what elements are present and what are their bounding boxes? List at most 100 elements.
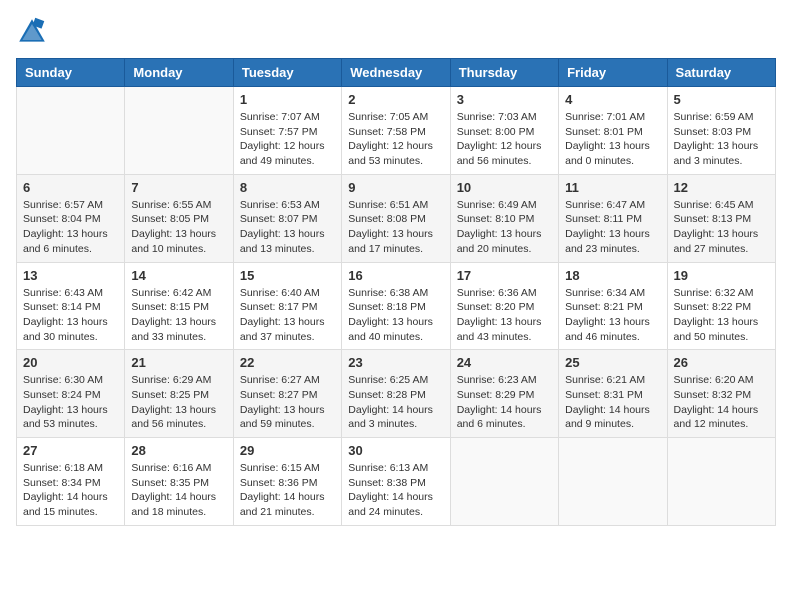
day-number: 17 <box>457 268 552 283</box>
day-info: Sunrise: 6:32 AM Sunset: 8:22 PM Dayligh… <box>674 286 769 345</box>
week-row-5: 27 Sunrise: 6:18 AM Sunset: 8:34 PM Dayli… <box>17 438 776 526</box>
calendar-cell: 16 Sunrise: 6:38 AM Sunset: 8:18 PM Dayli… <box>342 262 450 350</box>
day-info: Sunrise: 7:07 AM Sunset: 7:57 PM Dayligh… <box>240 110 335 169</box>
day-info: Sunrise: 6:51 AM Sunset: 8:08 PM Dayligh… <box>348 198 443 257</box>
day-info: Sunrise: 6:53 AM Sunset: 8:07 PM Dayligh… <box>240 198 335 257</box>
day-info: Sunrise: 6:29 AM Sunset: 8:25 PM Dayligh… <box>131 373 226 432</box>
calendar-cell: 9 Sunrise: 6:51 AM Sunset: 8:08 PM Daylig… <box>342 174 450 262</box>
day-number: 15 <box>240 268 335 283</box>
day-number: 26 <box>674 355 769 370</box>
day-info: Sunrise: 6:45 AM Sunset: 8:13 PM Dayligh… <box>674 198 769 257</box>
calendar-cell: 13Sunrise: 6:43 AM Sunset: 8:14 PM Dayli… <box>17 262 125 350</box>
day-number: 10 <box>457 180 552 195</box>
day-number: 18 <box>565 268 660 283</box>
day-number: 11 <box>565 180 660 195</box>
calendar-cell: 25 Sunrise: 6:21 AM Sunset: 8:31 PM Dayli… <box>559 350 667 438</box>
calendar-cell: 8 Sunrise: 6:53 AM Sunset: 8:07 PM Daylig… <box>233 174 341 262</box>
week-row-2: 6 Sunrise: 6:57 AM Sunset: 8:04 PM Daylig… <box>17 174 776 262</box>
day-number: 4 <box>565 92 660 107</box>
day-info: Sunrise: 6:27 AM Sunset: 8:27 PM Dayligh… <box>240 373 335 432</box>
calendar-cell: 14 Sunrise: 6:42 AM Sunset: 8:15 PM Dayli… <box>125 262 233 350</box>
calendar-cell <box>559 438 667 526</box>
calendar-cell: 30 Sunrise: 6:13 AM Sunset: 8:38 PM Dayli… <box>342 438 450 526</box>
day-number: 9 <box>348 180 443 195</box>
week-row-4: 20Sunrise: 6:30 AM Sunset: 8:24 PM Dayli… <box>17 350 776 438</box>
day-info: Sunrise: 6:16 AM Sunset: 8:35 PM Dayligh… <box>131 461 226 520</box>
calendar-cell <box>125 87 233 175</box>
header-day-saturday: Saturday <box>667 59 775 87</box>
day-info: Sunrise: 6:38 AM Sunset: 8:18 PM Dayligh… <box>348 286 443 345</box>
logo <box>16 16 52 48</box>
day-number: 6 <box>23 180 118 195</box>
day-number: 19 <box>674 268 769 283</box>
day-info: Sunrise: 6:15 AM Sunset: 8:36 PM Dayligh… <box>240 461 335 520</box>
page-header <box>16 16 776 48</box>
day-number: 29 <box>240 443 335 458</box>
day-number: 30 <box>348 443 443 458</box>
header-day-tuesday: Tuesday <box>233 59 341 87</box>
day-info: Sunrise: 6:42 AM Sunset: 8:15 PM Dayligh… <box>131 286 226 345</box>
calendar-cell: 6 Sunrise: 6:57 AM Sunset: 8:04 PM Daylig… <box>17 174 125 262</box>
day-number: 8 <box>240 180 335 195</box>
header-day-friday: Friday <box>559 59 667 87</box>
header-row: SundayMondayTuesdayWednesdayThursdayFrid… <box>17 59 776 87</box>
calendar-cell: 10 Sunrise: 6:49 AM Sunset: 8:10 PM Dayli… <box>450 174 558 262</box>
calendar-cell: 7Sunrise: 6:55 AM Sunset: 8:05 PM Daylig… <box>125 174 233 262</box>
calendar-cell: 22 Sunrise: 6:27 AM Sunset: 8:27 PM Dayli… <box>233 350 341 438</box>
day-number: 24 <box>457 355 552 370</box>
day-number: 23 <box>348 355 443 370</box>
day-number: 25 <box>565 355 660 370</box>
day-info: Sunrise: 6:49 AM Sunset: 8:10 PM Dayligh… <box>457 198 552 257</box>
calendar-cell: 29 Sunrise: 6:15 AM Sunset: 8:36 PM Dayli… <box>233 438 341 526</box>
day-info: Sunrise: 6:40 AM Sunset: 8:17 PM Dayligh… <box>240 286 335 345</box>
calendar-cell: 24 Sunrise: 6:23 AM Sunset: 8:29 PM Dayli… <box>450 350 558 438</box>
day-info: Sunrise: 7:01 AM Sunset: 8:01 PM Dayligh… <box>565 110 660 169</box>
day-info: Sunrise: 6:18 AM Sunset: 8:34 PM Dayligh… <box>23 461 118 520</box>
calendar-cell: 18 Sunrise: 6:34 AM Sunset: 8:21 PM Dayli… <box>559 262 667 350</box>
day-info: Sunrise: 6:13 AM Sunset: 8:38 PM Dayligh… <box>348 461 443 520</box>
calendar-cell: 2 Sunrise: 7:05 AM Sunset: 7:58 PM Daylig… <box>342 87 450 175</box>
day-info: Sunrise: 6:43 AM Sunset: 8:14 PM Dayligh… <box>23 286 118 345</box>
calendar-cell: 1 Sunrise: 7:07 AM Sunset: 7:57 PM Daylig… <box>233 87 341 175</box>
calendar-cell: 27 Sunrise: 6:18 AM Sunset: 8:34 PM Dayli… <box>17 438 125 526</box>
calendar-cell: 15 Sunrise: 6:40 AM Sunset: 8:17 PM Dayli… <box>233 262 341 350</box>
day-number: 5 <box>674 92 769 107</box>
day-info: Sunrise: 6:57 AM Sunset: 8:04 PM Dayligh… <box>23 198 118 257</box>
day-number: 21 <box>131 355 226 370</box>
day-info: Sunrise: 7:05 AM Sunset: 7:58 PM Dayligh… <box>348 110 443 169</box>
calendar-cell: 28 Sunrise: 6:16 AM Sunset: 8:35 PM Dayli… <box>125 438 233 526</box>
day-number: 27 <box>23 443 118 458</box>
day-info: Sunrise: 6:55 AM Sunset: 8:05 PM Dayligh… <box>131 198 226 257</box>
day-number: 28 <box>131 443 226 458</box>
day-number: 12 <box>674 180 769 195</box>
calendar-cell: 5Sunrise: 6:59 AM Sunset: 8:03 PM Daylig… <box>667 87 775 175</box>
week-row-3: 13Sunrise: 6:43 AM Sunset: 8:14 PM Dayli… <box>17 262 776 350</box>
day-info: Sunrise: 6:25 AM Sunset: 8:28 PM Dayligh… <box>348 373 443 432</box>
calendar-cell <box>667 438 775 526</box>
day-info: Sunrise: 6:20 AM Sunset: 8:32 PM Dayligh… <box>674 373 769 432</box>
calendar-cell: 21 Sunrise: 6:29 AM Sunset: 8:25 PM Dayli… <box>125 350 233 438</box>
calendar-cell: 12 Sunrise: 6:45 AM Sunset: 8:13 PM Dayli… <box>667 174 775 262</box>
day-info: Sunrise: 6:36 AM Sunset: 8:20 PM Dayligh… <box>457 286 552 345</box>
day-number: 14 <box>131 268 226 283</box>
day-number: 3 <box>457 92 552 107</box>
day-info: Sunrise: 6:34 AM Sunset: 8:21 PM Dayligh… <box>565 286 660 345</box>
calendar-cell: 20Sunrise: 6:30 AM Sunset: 8:24 PM Dayli… <box>17 350 125 438</box>
calendar-cell: 11Sunrise: 6:47 AM Sunset: 8:11 PM Dayli… <box>559 174 667 262</box>
calendar-cell: 4 Sunrise: 7:01 AM Sunset: 8:01 PM Daylig… <box>559 87 667 175</box>
calendar-cell <box>17 87 125 175</box>
header-day-monday: Monday <box>125 59 233 87</box>
day-info: Sunrise: 6:23 AM Sunset: 8:29 PM Dayligh… <box>457 373 552 432</box>
day-number: 1 <box>240 92 335 107</box>
day-number: 16 <box>348 268 443 283</box>
day-number: 20 <box>23 355 118 370</box>
header-day-sunday: Sunday <box>17 59 125 87</box>
calendar-cell: 3Sunrise: 7:03 AM Sunset: 8:00 PM Daylig… <box>450 87 558 175</box>
header-day-thursday: Thursday <box>450 59 558 87</box>
calendar: SundayMondayTuesdayWednesdayThursdayFrid… <box>16 58 776 526</box>
header-day-wednesday: Wednesday <box>342 59 450 87</box>
day-number: 22 <box>240 355 335 370</box>
calendar-cell: 17 Sunrise: 6:36 AM Sunset: 8:20 PM Dayli… <box>450 262 558 350</box>
day-info: Sunrise: 6:21 AM Sunset: 8:31 PM Dayligh… <box>565 373 660 432</box>
day-number: 2 <box>348 92 443 107</box>
